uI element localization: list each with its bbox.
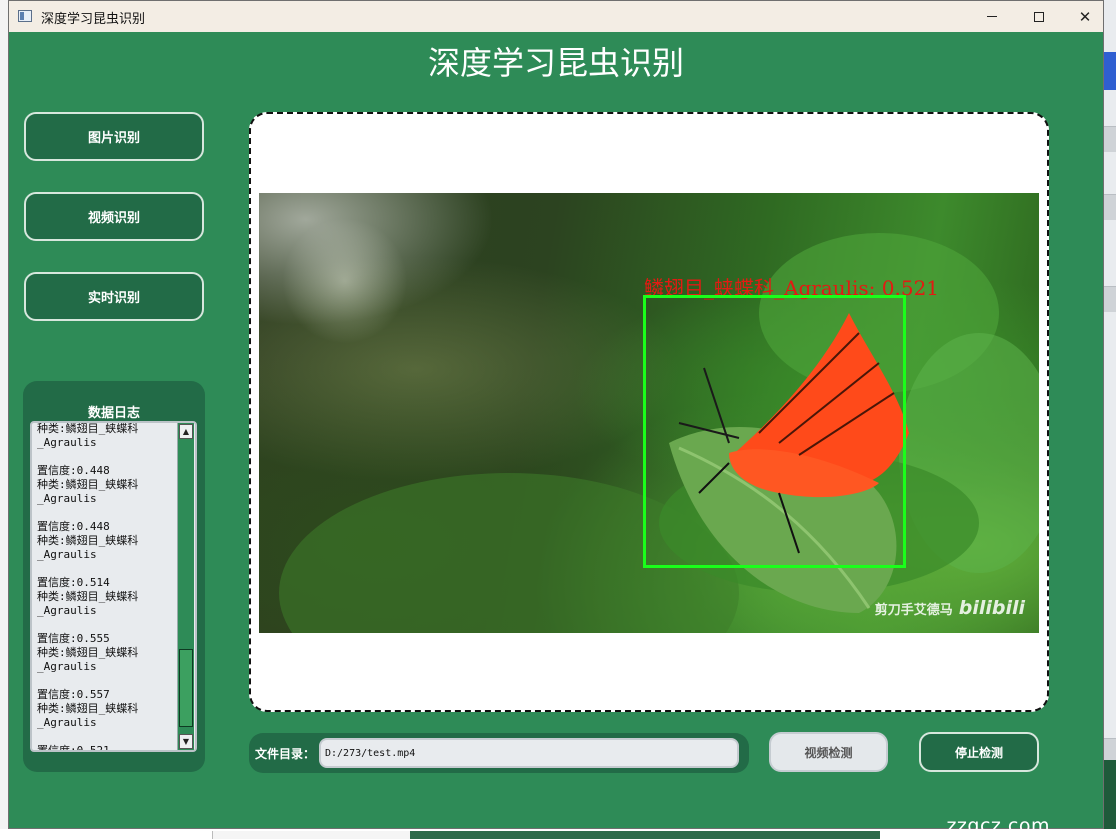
background-strip-segment xyxy=(410,831,880,839)
background-desktop-left xyxy=(0,0,8,839)
app-window: 深度学习昆虫识别 ✕ 深度学习昆虫识别 图片识别 视频识别 实时识别 数据日志 … xyxy=(8,0,1104,829)
background-tab xyxy=(1104,194,1116,220)
background-strip-segment xyxy=(212,831,410,839)
stop-detect-button[interactable]: 停止检测 xyxy=(919,732,1039,772)
page-title: 深度学习昆虫识别 xyxy=(427,44,684,82)
title-bar[interactable]: 深度学习昆虫识别 ✕ xyxy=(9,1,1103,32)
video-watermark-author: 剪刀手艾德马 xyxy=(874,603,953,618)
scroll-down-icon[interactable]: ▼ xyxy=(179,734,193,749)
background-tab xyxy=(1104,126,1116,152)
background-green-panel xyxy=(1104,760,1116,839)
log-scrollbar[interactable]: ▲ ▼ xyxy=(177,423,194,750)
file-path-label: 文件目录： xyxy=(255,747,316,761)
background-desktop-right xyxy=(1104,0,1116,839)
window-title: 深度学习昆虫识别 xyxy=(41,12,146,27)
maximize-button[interactable] xyxy=(1016,1,1062,32)
data-log-title: 数据日志 xyxy=(87,406,140,421)
page-watermark: zzgcz.com xyxy=(946,815,1050,837)
maximize-icon xyxy=(1034,11,1044,22)
image-display-area: 鳞翅目_蛱蝶科_Agraulis: 0.521 剪刀手艾德马 bilibili xyxy=(249,112,1049,712)
data-log-content: 种类:鳞翅目_蛱蝶科 _Agraulis 置信度:0.448 种类:鳞翅目_蛱蝶… xyxy=(37,422,139,752)
data-log-textbox[interactable]: 种类:鳞翅目_蛱蝶科 _Agraulis 置信度:0.448 种类:鳞翅目_蛱蝶… xyxy=(30,421,197,752)
scrollbar-thumb[interactable] xyxy=(179,649,193,727)
background-blue-tab xyxy=(1104,52,1116,90)
app-icon xyxy=(18,10,32,22)
file-path-input[interactable] xyxy=(319,738,739,768)
minimize-icon xyxy=(987,16,997,17)
file-path-bar: 文件目录： xyxy=(249,733,749,773)
image-recognition-button[interactable]: 图片识别 xyxy=(24,112,204,161)
main-area: 深度学习昆虫识别 图片识别 视频识别 实时识别 数据日志 种类:鳞翅目_蛱蝶科 … xyxy=(9,32,1103,830)
scroll-up-icon[interactable]: ▲ xyxy=(179,424,193,439)
realtime-recognition-button[interactable]: 实时识别 xyxy=(24,272,204,321)
video-detect-button[interactable]: 视频检测 xyxy=(769,732,888,772)
close-button[interactable]: ✕ xyxy=(1062,1,1108,32)
video-recognition-button[interactable]: 视频识别 xyxy=(24,192,204,241)
video-watermark-logo: bilibili xyxy=(958,597,1025,619)
data-log-panel: 数据日志 种类:鳞翅目_蛱蝶科 _Agraulis 置信度:0.448 种类:鳞… xyxy=(23,381,205,772)
video-frame: 鳞翅目_蛱蝶科_Agraulis: 0.521 剪刀手艾德马 bilibili xyxy=(259,193,1039,633)
video-watermark: 剪刀手艾德马 bilibili xyxy=(875,597,1025,619)
minimize-button[interactable] xyxy=(969,1,1015,32)
detection-bounding-box xyxy=(643,295,906,568)
background-tab xyxy=(1104,286,1116,312)
close-icon: ✕ xyxy=(1078,7,1092,26)
